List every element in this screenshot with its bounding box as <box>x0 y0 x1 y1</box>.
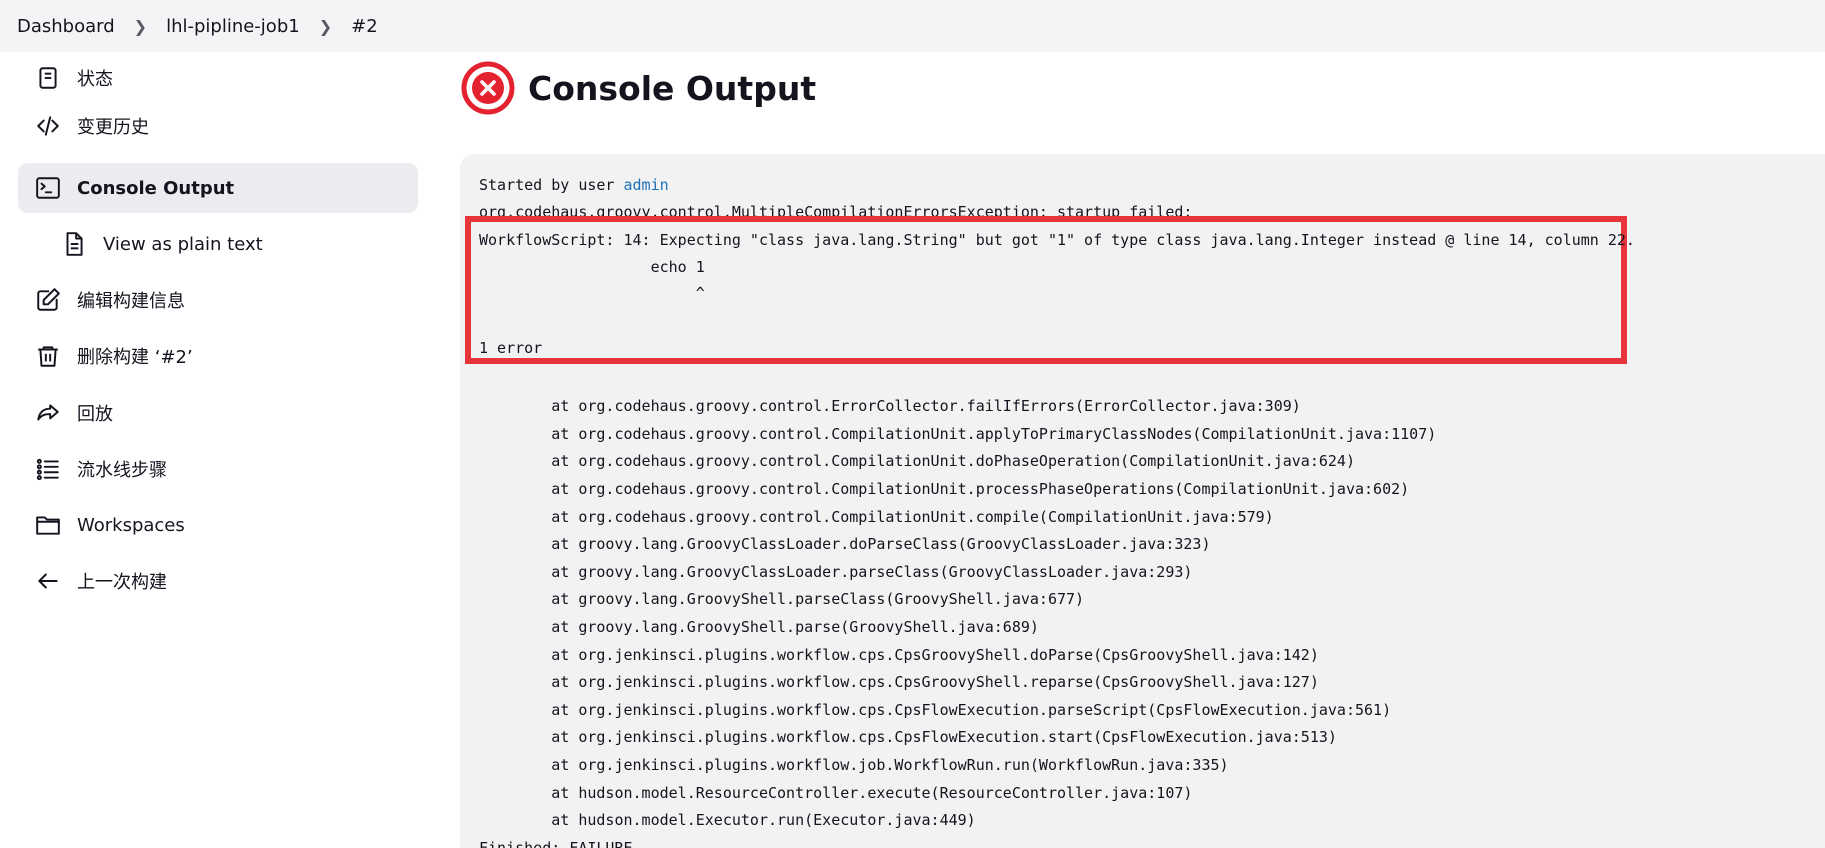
stack-line: at org.jenkinsci.plugins.workflow.job.Wo… <box>479 756 1229 774</box>
file-text-icon <box>60 230 88 258</box>
sidebar-item-console-output[interactable]: Console Output <box>18 163 418 213</box>
stack-line: at org.jenkinsci.plugins.workflow.cps.Cp… <box>479 673 1319 691</box>
list-icon <box>34 455 62 483</box>
document-icon <box>34 64 62 92</box>
stack-line: at hudson.model.ResourceController.execu… <box>479 784 1193 802</box>
console-error-line: echo 1 <box>479 258 705 276</box>
console-finished-line: Finished: FAILURE <box>479 839 633 848</box>
stack-line: at org.codehaus.groovy.control.Compilati… <box>479 480 1410 498</box>
arrow-left-icon <box>34 567 62 595</box>
console-started-line: Started by user admin <box>479 175 669 195</box>
user-link[interactable]: admin <box>624 176 669 194</box>
stack-line: at groovy.lang.GroovyShell.parseClass(Gr… <box>479 590 1085 608</box>
trash-icon <box>34 342 62 370</box>
sidebar-item-label: 删除构建 ‘#2’ <box>77 347 193 368</box>
stack-line: at org.jenkinsci.plugins.workflow.cps.Cp… <box>479 728 1337 746</box>
sidebar-item-label: 变更历史 <box>77 117 149 138</box>
sidebar-item-label: 流水线步骤 <box>77 460 167 481</box>
page-title: Console Output <box>528 68 817 108</box>
sidebar-item-label: View as plain text <box>103 233 263 255</box>
folder-icon <box>34 511 62 539</box>
sidebar-item-delete-build[interactable]: 删除构建 ‘#2’ <box>18 331 418 381</box>
sidebar-item-replay[interactable]: 回放 <box>18 388 418 438</box>
stack-line: at org.codehaus.groovy.control.ErrorColl… <box>479 397 1301 415</box>
failure-icon <box>461 61 515 115</box>
code-icon <box>34 112 62 140</box>
sidebar-item-label: 回放 <box>77 404 113 425</box>
sidebar-item-label: Console Output <box>77 177 235 199</box>
sidebar-item-status[interactable]: 状态 <box>18 53 418 103</box>
sidebar-item-workspaces[interactable]: Workspaces <box>18 500 418 550</box>
terminal-icon <box>34 174 62 202</box>
sidebar-item-label: 上一次构建 <box>77 572 167 593</box>
stack-line: at hudson.model.Executor.run(Executor.ja… <box>479 811 976 829</box>
breadcrumb-dashboard[interactable]: Dashboard <box>17 16 115 37</box>
sidebar-item-pipeline-steps[interactable]: 流水线步骤 <box>18 444 418 494</box>
sidebar-item-label: Workspaces <box>77 514 185 536</box>
stack-line: at org.jenkinsci.plugins.workflow.cps.Cp… <box>479 701 1392 719</box>
replay-icon <box>34 399 62 427</box>
breadcrumb-job[interactable]: lhl-pipline-job1 <box>166 16 300 37</box>
console-error-line: WorkflowScript: 14: Expecting "class jav… <box>479 231 1635 249</box>
edit-icon <box>34 286 62 314</box>
page-header: Console Output <box>460 60 816 116</box>
sidebar-item-edit-build-info[interactable]: 编辑构建信息 <box>18 275 418 325</box>
chevron-right-icon: ❯ <box>133 16 148 36</box>
breadcrumb-build[interactable]: #2 <box>351 16 378 37</box>
stack-line: at org.codehaus.groovy.control.Compilati… <box>479 425 1437 443</box>
started-prefix: Started by user <box>479 176 624 194</box>
stack-line: at org.codehaus.groovy.control.Compilati… <box>479 452 1355 470</box>
stack-line: at org.codehaus.groovy.control.Compilati… <box>479 508 1274 526</box>
console-output: Started by user admin org.codehaus.groov… <box>460 154 1825 848</box>
console-error-line: ^ <box>479 284 705 302</box>
breadcrumb: Dashboard ❯ lhl-pipline-job1 ❯ #2 <box>0 0 1825 52</box>
chevron-right-icon: ❯ <box>318 16 333 36</box>
sidebar-item-view-plain-text[interactable]: View as plain text <box>18 219 418 269</box>
sidebar-item-changes[interactable]: 变更历史 <box>18 101 418 151</box>
stack-line: at groovy.lang.GroovyShell.parse(GroovyS… <box>479 618 1039 636</box>
stack-line: at groovy.lang.GroovyClassLoader.doParse… <box>479 535 1211 553</box>
stack-line: at groovy.lang.GroovyClassLoader.parseCl… <box>479 563 1193 581</box>
sidebar-item-label: 状态 <box>77 69 113 90</box>
sidebar-item-previous-build[interactable]: 上一次构建 <box>18 556 418 606</box>
stack-line: at org.jenkinsci.plugins.workflow.cps.Cp… <box>479 646 1319 664</box>
console-error-line: 1 error <box>479 339 543 357</box>
sidebar-item-label: 编辑构建信息 <box>77 291 185 312</box>
